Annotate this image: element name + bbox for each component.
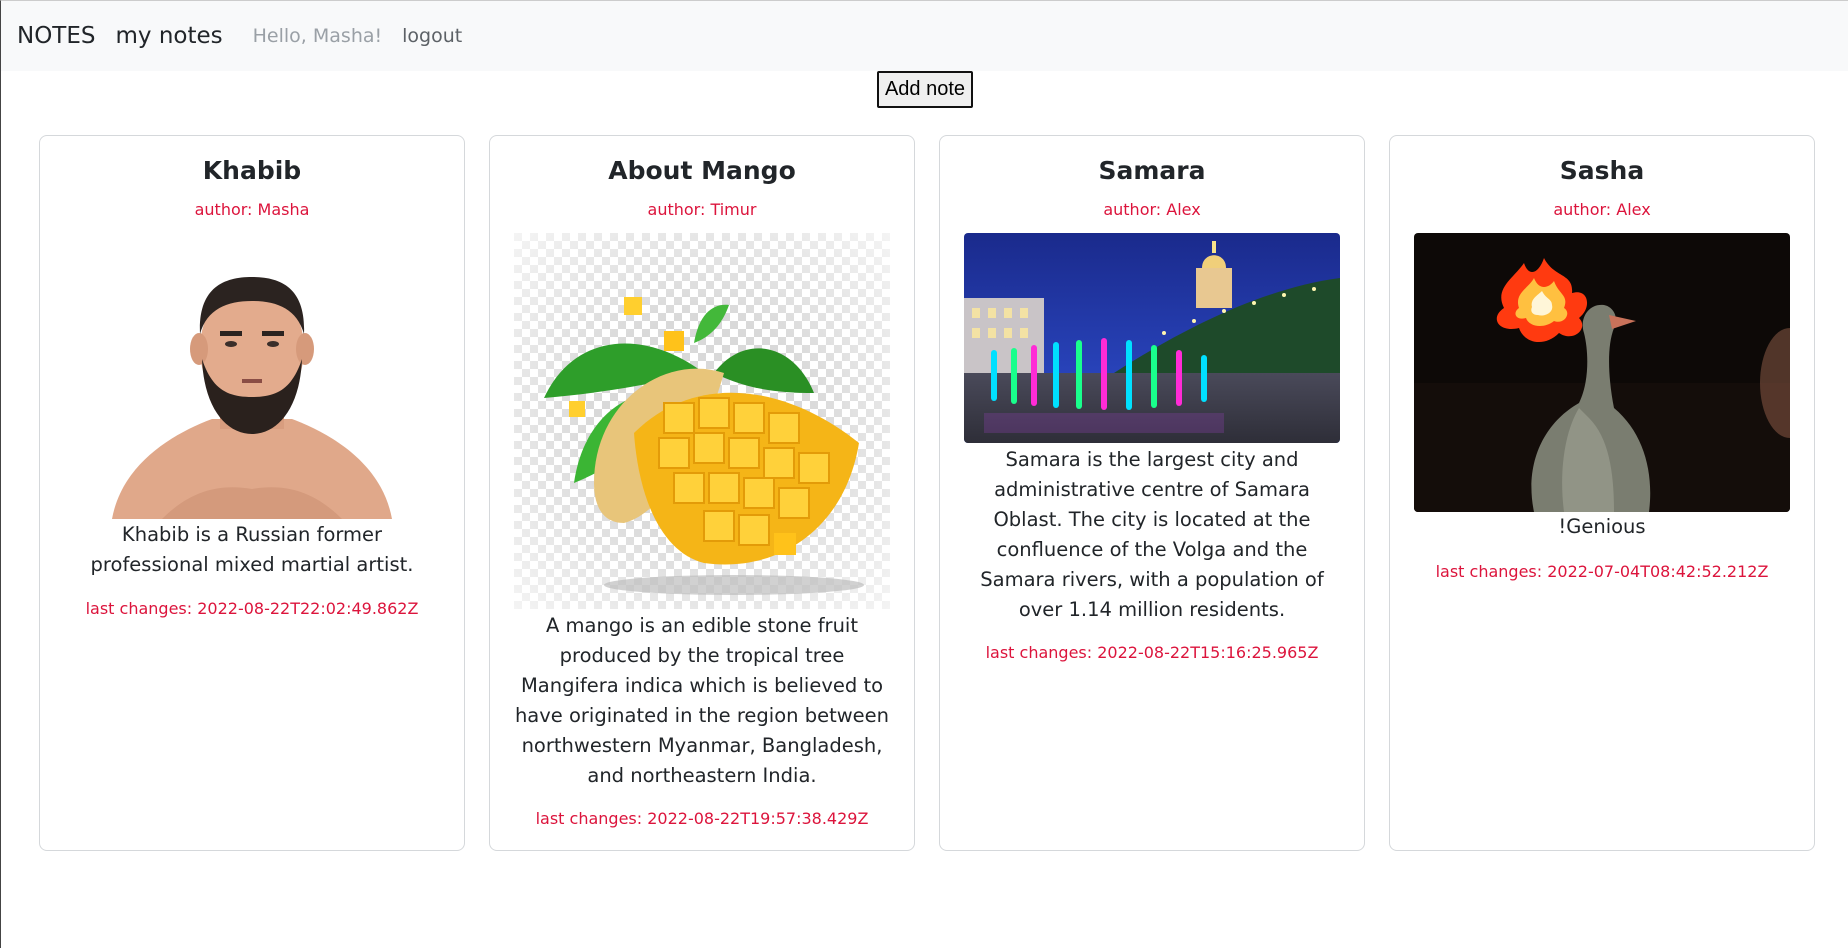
note-date: last changes: 2022-08-22T19:57:38.429Z <box>535 809 869 828</box>
portrait-photo <box>40 249 464 519</box>
note-text: A mango is an edible stone fruit produce… <box>514 614 890 787</box>
note-card[interactable]: Khabib author: Masha Khabib is a Russian… <box>39 135 465 851</box>
navbar: NOTES my notes Hello, Masha! logout <box>1 1 1848 71</box>
toolbar: Add note <box>1 71 1848 108</box>
note-title: Samara <box>1098 156 1206 185</box>
note-card[interactable]: About Mango author: Timur A mango is an … <box>489 135 915 851</box>
note-title: Sasha <box>1559 156 1645 185</box>
note-card[interactable]: Sasha author: Alex !Genious last changes… <box>1389 135 1815 851</box>
note-title: Khabib <box>202 156 302 185</box>
note-title: About Mango <box>608 156 796 185</box>
note-card[interactable]: Samara author: Alex Samara is the larges… <box>939 135 1365 851</box>
note-author: author: Alex <box>1553 200 1651 219</box>
greeting-text: Hello, Masha! <box>252 25 383 47</box>
my-notes-link[interactable]: my notes <box>116 23 223 49</box>
city-night-photo <box>964 233 1340 443</box>
note-author: author: Timur <box>647 200 757 219</box>
note-date: last changes: 2022-08-22T22:02:49.862Z <box>85 599 419 618</box>
note-text: Samara is the largest city and administr… <box>980 448 1324 621</box>
note-date: last changes: 2022-07-04T08:42:52.212Z <box>1435 562 1769 581</box>
note-author: author: Masha <box>194 200 310 219</box>
goose-fire-photo <box>1414 233 1790 512</box>
mango-photo <box>490 233 914 609</box>
notes-grid: Khabib author: Masha Khabib is a Russian… <box>39 135 1815 851</box>
add-note-button[interactable]: Add note <box>876 71 974 108</box>
note-author: author: Alex <box>1103 200 1201 219</box>
note-text: !Genious <box>1558 515 1646 538</box>
brand-link[interactable]: NOTES <box>17 23 96 49</box>
logout-link[interactable]: logout <box>402 25 462 47</box>
note-date: last changes: 2022-08-22T15:16:25.965Z <box>985 643 1319 662</box>
note-text: Khabib is a Russian former professional … <box>90 523 414 576</box>
